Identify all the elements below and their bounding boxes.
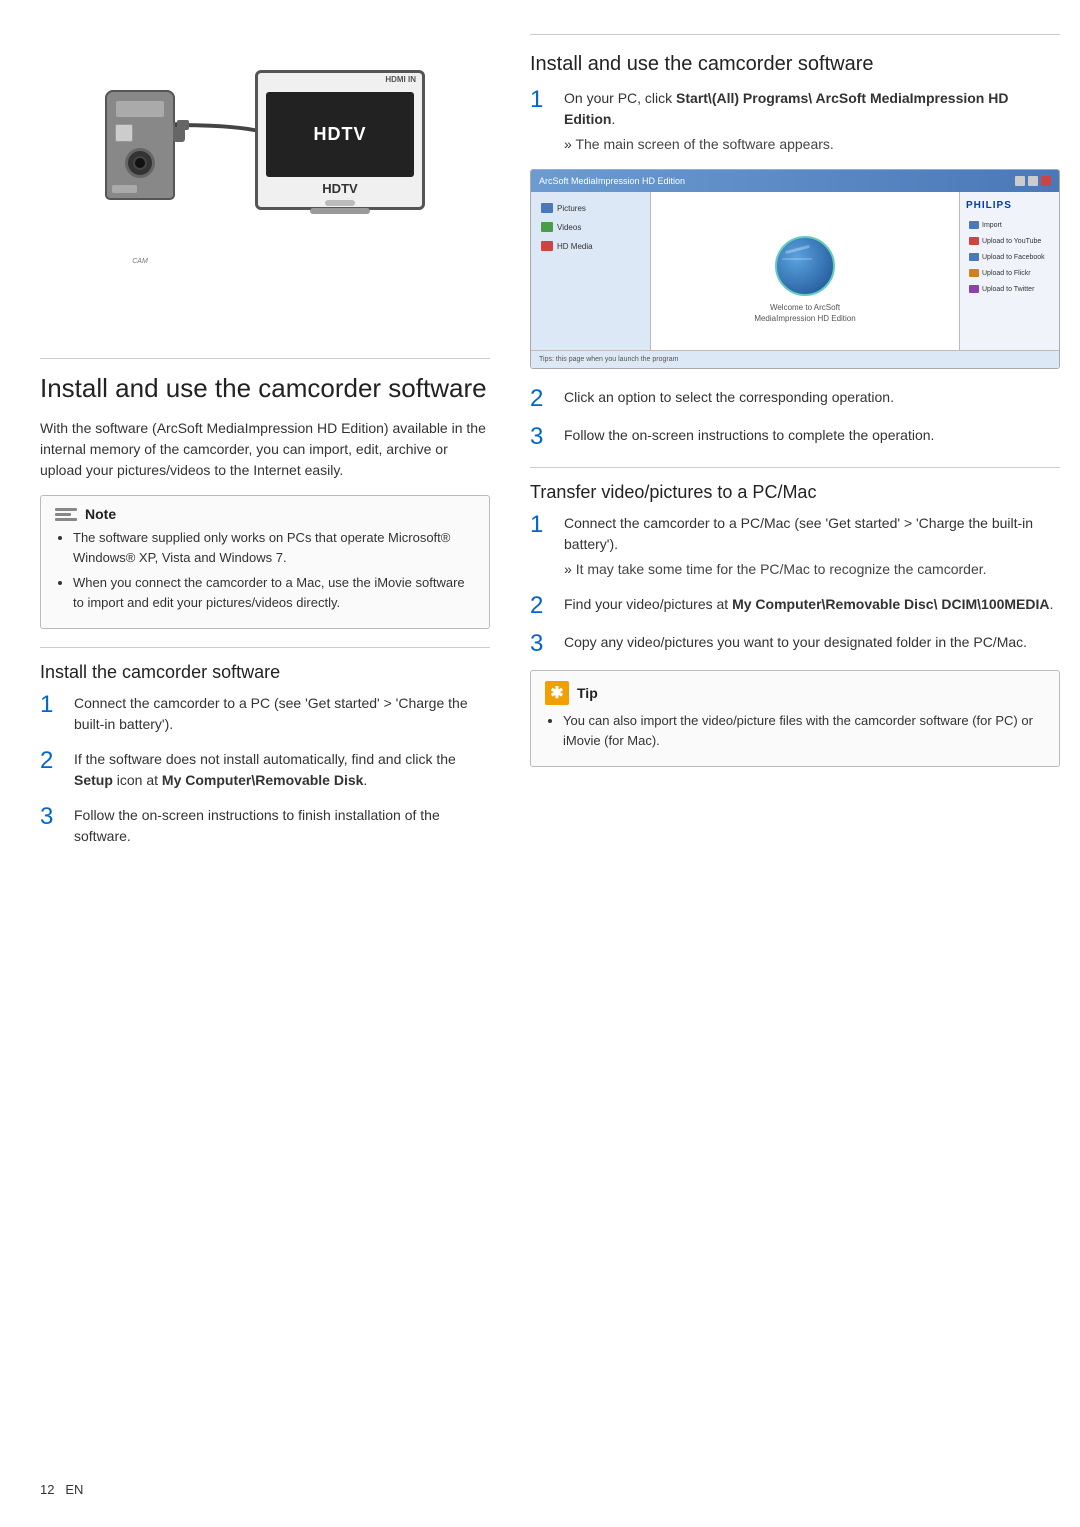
note-header-label: Note: [85, 506, 116, 522]
right-step-content-3: Follow the on-screen instructions to com…: [564, 425, 1060, 446]
tv-diagram: HDMI IN HDTV HDTV: [255, 70, 425, 210]
note-item-2: When you connect the camcorder to a Mac,…: [73, 573, 475, 612]
install-step-3: 3 Follow the on-screen instructions to f…: [40, 805, 490, 847]
screenshot-sidebar: Pictures Videos HD Media: [531, 192, 651, 368]
install-step-2: 2 If the software does not install autom…: [40, 749, 490, 791]
transfer-step-content-2: Find your video/pictures at My Computer\…: [564, 594, 1060, 615]
install-steps: 1 Connect the camcorder to a PC (see 'Ge…: [40, 693, 490, 847]
ss-import-btn: Import: [966, 219, 1053, 231]
step-content-1: Connect the camcorder to a PC (see 'Get …: [74, 693, 490, 735]
transfer-step-num-3: 3: [530, 632, 550, 656]
tip-item-1: You can also import the video/picture fi…: [563, 711, 1045, 750]
right-divider-top: [530, 34, 1060, 35]
intro-text: With the software (ArcSoft MediaImpressi…: [40, 418, 490, 481]
transfer-step-3: 3 Copy any video/pictures you want to yo…: [530, 632, 1060, 656]
main-title: Install and use the camcorder software: [40, 373, 490, 404]
right-step-3: 3 Follow the on-screen instructions to c…: [530, 425, 1060, 449]
right-step-content-2: Click an option to select the correspond…: [564, 387, 1060, 408]
install-step-1: 1 Connect the camcorder to a PC (see 'Ge…: [40, 693, 490, 735]
sidebar-pictures: Pictures: [537, 200, 644, 216]
right-divider-2: [530, 467, 1060, 468]
globe-image: [775, 236, 835, 296]
right-step-1: 1 On your PC, click Start\(All) Programs…: [530, 88, 1060, 155]
win-close: [1041, 176, 1051, 186]
step-num-3: 3: [40, 805, 60, 829]
transfer-title: Transfer video/pictures to a PC/Mac: [530, 482, 1060, 503]
sidebar-videos: Videos: [537, 219, 644, 235]
win-maximize: [1028, 176, 1038, 186]
tip-header-label: Tip: [577, 685, 598, 701]
right-step-num-1: 1: [530, 88, 550, 112]
transfer-steps: 1 Connect the camcorder to a PC/Mac (see…: [530, 513, 1060, 656]
transfer-step-2: 2 Find your video/pictures at My Compute…: [530, 594, 1060, 618]
step-num-1: 1: [40, 693, 60, 717]
divider-1: [40, 358, 490, 359]
tip-box: ✱ Tip You can also import the video/pict…: [530, 670, 1060, 767]
tip-icon: ✱: [545, 681, 569, 705]
transfer-step-num-1: 1: [530, 513, 550, 537]
transfer-step-1-sub: It may take some time for the PC/Mac to …: [564, 559, 1060, 580]
sidebar-hdmedia: HD Media: [537, 238, 644, 254]
right-step-1-sub: The main screen of the software appears.: [564, 134, 1060, 155]
hdmi-label: HDMI IN: [258, 73, 422, 84]
ss-facebook-btn: Upload to Facebook: [966, 251, 1053, 263]
ss-twitter-btn: Upload to Twitter: [966, 283, 1053, 295]
page-number: 12: [40, 1482, 54, 1497]
note-list: The software supplied only works on PCs …: [55, 528, 475, 612]
note-icon: [55, 508, 77, 521]
right-step-content-1: On your PC, click Start\(All) Programs\ …: [564, 88, 1060, 155]
transfer-step-1: 1 Connect the camcorder to a PC/Mac (see…: [530, 513, 1060, 580]
screenshot-bottom-bar: Tips: this page when you launch the prog…: [531, 350, 1059, 368]
screenshot-main: Welcome to ArcSoftMediaImpression HD Edi…: [651, 192, 959, 368]
right-section-title: Install and use the camcorder software: [530, 49, 1060, 76]
transfer-step-content-1: Connect the camcorder to a PC/Mac (see '…: [564, 513, 1060, 580]
page-lang: EN: [65, 1482, 83, 1497]
ss-youtube-btn: Upload to YouTube: [966, 235, 1053, 247]
step-content-3: Follow the on-screen instructions to fin…: [74, 805, 490, 847]
screenshot-title: ArcSoft MediaImpression HD Edition: [539, 176, 1009, 186]
tv-name: HDTV: [258, 181, 422, 196]
note-item-1: The software supplied only works on PCs …: [73, 528, 475, 567]
tip-list: You can also import the video/picture fi…: [545, 711, 1045, 750]
software-screenshot: ArcSoft MediaImpression HD Edition Pictu…: [530, 169, 1060, 369]
right-step-num-2: 2: [530, 387, 550, 411]
right-steps: 1 On your PC, click Start\(All) Programs…: [530, 88, 1060, 155]
transfer-step-content-3: Copy any video/pictures you want to your…: [564, 632, 1060, 653]
install-title: Install the camcorder software: [40, 662, 490, 683]
page-footer: 12 EN: [40, 1482, 83, 1497]
tv-label: HDTV: [314, 124, 367, 145]
step-content-2: If the software does not install automat…: [74, 749, 490, 791]
ss-flickr-btn: Upload to Flickr: [966, 267, 1053, 279]
right-step-num-3: 3: [530, 425, 550, 449]
screenshot-right-panel: PHILIPS Import Upload to YouTube Upload …: [959, 192, 1059, 368]
screenshot-main-text: Welcome to ArcSoftMediaImpression HD Edi…: [754, 302, 855, 324]
transfer-step-num-2: 2: [530, 594, 550, 618]
note-box: Note The software supplied only works on…: [40, 495, 490, 629]
divider-2: [40, 647, 490, 648]
right-step-2: 2 Click an option to select the correspo…: [530, 387, 1060, 411]
right-steps-2-3: 2 Click an option to select the correspo…: [530, 387, 1060, 449]
philips-logo: PHILIPS: [966, 200, 1053, 211]
step-num-2: 2: [40, 749, 60, 773]
win-minimize: [1015, 176, 1025, 186]
